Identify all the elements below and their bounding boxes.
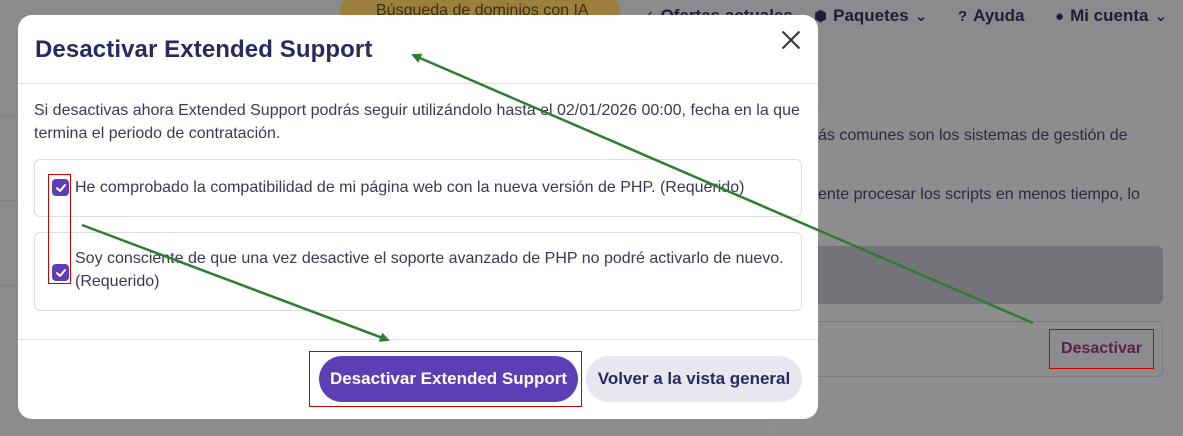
help-label: Ayuda [973, 6, 1025, 25]
dialog-header: Desactivar Extended Support [18, 15, 818, 84]
checkmark-icon [55, 268, 66, 277]
compatibility-check-label: He comprobado la compatibilidad de mi pá… [75, 179, 745, 196]
background-text: ente procesar los scripts en menos tiemp… [818, 186, 1140, 203]
divider [0, 200, 18, 201]
divider [0, 285, 18, 286]
background-info-bar [800, 246, 1163, 304]
deactivate-extended-support-button[interactable]: Desactivar Extended Support [319, 356, 578, 402]
dialog-intro-text: Si desactivas ahora Extended Support pod… [34, 102, 800, 142]
dialog-title: Desactivar Extended Support [35, 36, 373, 63]
help-link[interactable]: ? Ayuda [958, 6, 1025, 26]
packages-menu[interactable]: ⬢ Paquetes ⌄ [814, 6, 927, 26]
irreversible-check-label: Soy consciente de que una vez desactive … [75, 250, 784, 290]
packages-label: Paquetes [833, 6, 909, 25]
question-icon: ? [958, 7, 968, 25]
back-to-overview-button[interactable]: Volver a la vista general [586, 356, 802, 402]
compatibility-check-row: He comprobado la compatibilidad de mi pá… [34, 159, 802, 217]
chevron-down-icon: ⌄ [1154, 8, 1168, 25]
deactivate-dialog: Desactivar Extended Support Si desactiva… [18, 15, 818, 419]
dialog-body: Si desactivas ahora Extended Support pod… [18, 84, 818, 311]
irreversible-checkbox[interactable] [52, 264, 69, 281]
irreversible-check-row: Soy consciente de que una vez desactive … [34, 232, 802, 311]
account-menu[interactable]: ● Mi cuenta ⌄ [1055, 6, 1167, 26]
background-text: ás comunes son los sistemas de gestión d… [818, 127, 1128, 144]
close-icon[interactable] [778, 27, 804, 53]
compatibility-checkbox[interactable] [52, 179, 69, 196]
checkmark-icon [55, 183, 66, 192]
user-icon: ● [1055, 7, 1065, 25]
divider [0, 116, 18, 117]
chevron-down-icon: ⌄ [914, 8, 928, 25]
background-deactivate-button[interactable]: Desactivar [1049, 329, 1154, 369]
dialog-footer: Desactivar Extended Support Volver a la … [18, 339, 818, 419]
account-label: Mi cuenta [1070, 6, 1149, 25]
